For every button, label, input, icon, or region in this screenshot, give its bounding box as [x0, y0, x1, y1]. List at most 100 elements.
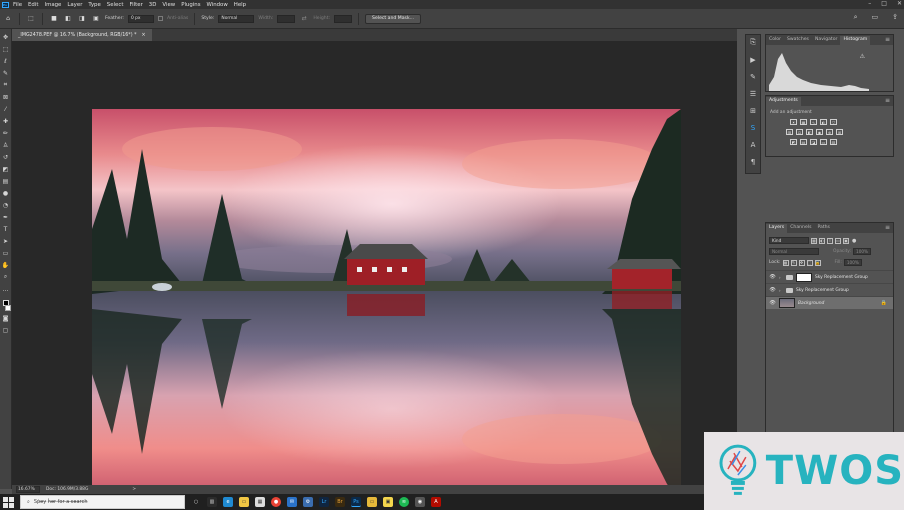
screen-mode-icon[interactable]: ▢ [1, 325, 10, 335]
filter-toggle-icon[interactable]: ● [852, 238, 856, 244]
new-selection-icon[interactable]: ■ [49, 13, 59, 25]
panel-menu-icon[interactable]: ≡ [885, 224, 890, 231]
posterize-icon[interactable]: ▤ [800, 139, 807, 145]
feather-input[interactable]: 0 px [127, 14, 154, 23]
tab-adjustments[interactable]: Adjustments [766, 97, 801, 106]
lock-artboard-icon[interactable]: ⬚ [806, 259, 813, 266]
menu-help[interactable]: Help [231, 2, 249, 8]
menu-plugins[interactable]: Plugins [178, 2, 203, 8]
subtract-from-selection-icon[interactable]: ◨ [77, 13, 87, 25]
expand-chevron-icon[interactable]: › [779, 288, 783, 293]
gradient-map-icon[interactable]: ▭ [820, 139, 827, 145]
menu-filter[interactable]: Filter [126, 2, 145, 8]
home-icon[interactable]: ⌂ [3, 13, 13, 25]
tab-layers[interactable]: Layers [766, 224, 788, 233]
tab-paths[interactable]: Paths [814, 224, 833, 233]
windows-start-icon[interactable] [2, 496, 14, 508]
select-and-mask-button[interactable]: Select and Mask... [365, 13, 421, 24]
gradient-tool-icon[interactable]: ▤ [1, 176, 10, 186]
lock-position-icon[interactable]: ✥ [798, 259, 805, 266]
layer-name[interactable]: Sky Replacement Group [815, 275, 868, 280]
mail-icon[interactable]: ✉ [287, 497, 297, 507]
styles-panel-icon[interactable]: S [749, 123, 758, 132]
spotify-icon[interactable]: ≋ [399, 497, 409, 507]
menu-file[interactable]: File [10, 2, 25, 8]
lock-all-icon[interactable]: 🔒 [814, 259, 821, 266]
acrobat-icon[interactable]: A [431, 497, 441, 507]
photo-filter-icon[interactable]: ◉ [816, 129, 823, 135]
actions-panel-icon[interactable]: ▶ [749, 55, 758, 64]
photoshop-taskbar-icon[interactable]: Ps [351, 497, 361, 507]
add-to-selection-icon[interactable]: ◧ [63, 13, 73, 25]
healing-brush-tool-icon[interactable]: ✚ [1, 116, 10, 126]
visibility-eye-icon[interactable]: 👁 [769, 274, 776, 280]
quick-mask-icon[interactable]: ◙ [1, 313, 10, 323]
document-size-info[interactable]: Doc: 106.9M/3.88G [46, 487, 88, 492]
brush-tool-icon[interactable]: ✏ [1, 128, 10, 138]
background-color-swatch[interactable] [5, 305, 11, 311]
black-white-icon[interactable]: ◧ [806, 129, 813, 135]
layer-row[interactable]: 👁 Background 🔒 [766, 296, 893, 309]
selective-color-icon[interactable]: ▧ [830, 139, 837, 145]
chrome-icon[interactable]: ● [271, 497, 281, 507]
brush-settings-icon[interactable]: ✎ [749, 72, 758, 81]
color-balance-icon[interactable]: ⚖ [796, 129, 803, 135]
type-tool-icon[interactable]: T [1, 224, 10, 234]
pen-tool-icon[interactable]: ✒ [1, 212, 10, 222]
workspace-icon[interactable]: ▭ [872, 13, 879, 22]
share-icon[interactable]: ⇪ [892, 13, 898, 22]
rectangle-tool-icon[interactable]: ▭ [1, 248, 10, 258]
menu-3d[interactable]: 3D [146, 2, 160, 8]
blend-mode-select[interactable]: Normal [769, 248, 819, 255]
lock-transparent-icon[interactable]: ▦ [782, 259, 789, 266]
status-menu-arrow[interactable]: > [132, 487, 136, 492]
layer-mask-thumbnail[interactable] [796, 272, 812, 282]
crop-tool-icon[interactable]: ⌗ [1, 80, 10, 90]
tab-channels[interactable]: Channels [787, 224, 814, 233]
expand-chevron-icon[interactable]: › [779, 275, 783, 280]
style-select[interactable]: Normal [218, 14, 255, 23]
marquee-tool-preset-icon[interactable]: ⬚ [26, 13, 36, 25]
move-tool-icon[interactable]: ✥ [1, 32, 10, 42]
layer-name[interactable]: Background [798, 301, 824, 306]
levels-icon[interactable]: ▦ [800, 119, 807, 125]
path-selection-tool-icon[interactable]: ➤ [1, 236, 10, 246]
invert-icon[interactable]: ◩ [790, 139, 797, 145]
paragraph-panel-icon[interactable]: ¶ [749, 157, 758, 166]
channel-mixer-icon[interactable]: ⊕ [826, 129, 833, 135]
maximize-icon[interactable]: □ [881, 0, 887, 7]
visibility-eye-icon[interactable]: 👁 [769, 287, 776, 293]
hand-tool-icon[interactable]: ✋ [1, 260, 10, 270]
hue-saturation-icon[interactable]: ▥ [786, 129, 793, 135]
filter-shape-icon[interactable]: ▭ [835, 237, 841, 244]
zoom-tool-icon[interactable]: ⌕ [1, 272, 10, 282]
filter-kind-select[interactable]: Kind [769, 237, 809, 244]
eyedropper-tool-icon[interactable]: ⁄ [1, 104, 10, 114]
layer-thumbnail[interactable] [779, 298, 795, 308]
threshold-icon[interactable]: ◪ [810, 139, 817, 145]
folder-app-icon[interactable]: ▭ [367, 497, 377, 507]
lock-icon[interactable]: 🔒 [881, 300, 887, 306]
eraser-tool-icon[interactable]: ◩ [1, 164, 10, 174]
warning-icon[interactable]: ⚠ [860, 53, 865, 60]
filter-pixel-icon[interactable]: ▦ [811, 237, 817, 244]
file-explorer-icon[interactable]: ▭ [239, 497, 249, 507]
history-panel-icon[interactable]: ⎘ [749, 38, 758, 47]
menu-select[interactable]: Select [104, 2, 127, 8]
sticky-notes-icon[interactable]: ▣ [383, 497, 393, 507]
filter-adjustment-icon[interactable]: ◐ [819, 237, 825, 244]
clone-stamp-tool-icon[interactable]: ♙ [1, 140, 10, 150]
antialias-checkbox[interactable] [157, 16, 163, 21]
curves-icon[interactable]: ∿ [810, 119, 817, 125]
minimize-icon[interactable]: – [868, 0, 871, 7]
search-icon[interactable]: ⌕ [854, 13, 858, 22]
opacity-input[interactable]: 100% [853, 248, 872, 255]
app-icon-extra[interactable]: ◉ [415, 497, 425, 507]
lock-image-icon[interactable]: ✎ [790, 259, 797, 266]
document-tab[interactable]: _IMG2478.PEF @ 16.7% (Background, RGB/16… [12, 29, 152, 41]
tab-navigator[interactable]: Navigator [812, 36, 840, 45]
menu-view[interactable]: View [159, 2, 178, 8]
photoshop-logo-icon[interactable]: Ps [0, 0, 10, 9]
menu-type[interactable]: Type [85, 2, 103, 8]
layer-row[interactable]: 👁 › Sky Replacement Group [766, 270, 893, 283]
